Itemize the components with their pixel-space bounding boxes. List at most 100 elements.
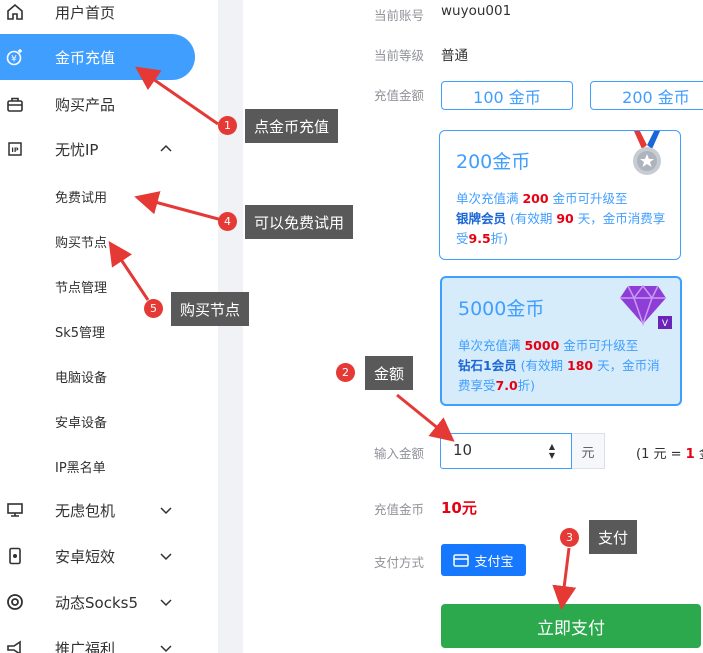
desc-text: 金币可升级至 xyxy=(548,191,628,206)
chevron-down-icon xyxy=(158,594,174,610)
annotation-label: 点金币充值 xyxy=(245,109,339,143)
card-icon xyxy=(453,553,470,567)
payment-label: 支付方式 xyxy=(374,555,425,570)
rate-value: 1 xyxy=(685,447,695,462)
desc-text: 折) xyxy=(490,231,509,246)
annotation-number: 4 xyxy=(218,212,237,231)
sidebar-item-dynamic-socks5[interactable]: 动态Socks5 xyxy=(0,580,218,624)
desc-text: 单次充值满 xyxy=(456,191,523,206)
amount-unit: 元 xyxy=(572,433,605,469)
annotation-label: 支付 xyxy=(589,520,638,554)
level-value: 普通 xyxy=(441,48,468,64)
home-icon xyxy=(6,3,24,21)
package-description: 单次充值满 200 金币可升级至 银牌会员 (有效期 90 天，金币消费享受9.… xyxy=(456,189,666,249)
desc-text: (有效期 xyxy=(506,211,557,226)
sidebar-subitem-sk5-management[interactable]: Sk5管理 xyxy=(55,322,105,341)
annotation-label: 可以免费试用 xyxy=(245,205,354,239)
desc-text: (有效期 xyxy=(516,358,568,373)
diamond-icon: V xyxy=(620,284,672,329)
annotation-label: 购买节点 xyxy=(171,292,250,326)
sidebar-item-label: 动态Socks5 xyxy=(55,593,138,612)
desc-amount: 5000 xyxy=(524,338,560,353)
shopping-bag-icon xyxy=(6,95,24,113)
sidebar-item-label: 推广福利 xyxy=(55,639,116,653)
account-value: wuyou001 xyxy=(441,3,512,19)
sidebar-item-wulv-baoji[interactable]: 无虑包机 xyxy=(0,488,218,532)
chevron-down-icon xyxy=(158,640,174,653)
app-root: 用户首页 ¥ 金币充值 购买产品 IP 无忧IP 免费试用 购买节点 节点管理 xyxy=(0,0,703,653)
ip-icon: IP xyxy=(6,140,24,158)
exchange-rate: (1 元 = 1 金 xyxy=(636,443,703,462)
sidebar-item-label: 用户首页 xyxy=(55,3,116,22)
sidebar-subitem-free-trial[interactable]: 免费试用 xyxy=(55,187,107,206)
package-card-200[interactable]: 200金币 单次充值满 200 金币可升级至 银牌会员 (有效期 90 天，金币… xyxy=(439,130,681,260)
coin-recharge-icon: ¥ xyxy=(6,48,24,66)
sidebar-item-promotion[interactable]: 推广福利 xyxy=(0,626,218,653)
package-title: 5000金币 xyxy=(458,298,545,320)
sidebar-item-wuyou-ip[interactable]: IP 无忧IP xyxy=(0,127,218,171)
promo-icon xyxy=(6,639,24,653)
input-amount-label: 输入金额 xyxy=(374,446,425,461)
desc-days: 90 xyxy=(556,211,574,226)
level-label: 当前等级 xyxy=(374,48,425,63)
coins-value: 10元 xyxy=(441,499,477,517)
annotation-number: 2 xyxy=(336,363,355,382)
sidebar-subitem-node-management[interactable]: 节点管理 xyxy=(55,277,107,296)
coins-label: 充值金币 xyxy=(374,502,425,517)
svg-text:V: V xyxy=(662,319,669,329)
sidebar-subitem-pc-devices[interactable]: 电脑设备 xyxy=(55,367,107,386)
alipay-label: 支付宝 xyxy=(474,554,514,570)
sidebar-item-label: 安卓短效 xyxy=(55,547,116,566)
amount-input-wrapper: ▲▼ xyxy=(440,433,572,469)
chevron-up-icon xyxy=(158,141,174,157)
package-card-5000[interactable]: 5000金币 V 单次充值满 5000 金币可升级至 钻石1会员 (有效期 18… xyxy=(440,276,682,406)
annotation-number: 1 xyxy=(218,116,237,135)
desc-discount: 7.0 xyxy=(495,378,518,393)
sidebar-subitem-buy-node[interactable]: 购买节点 xyxy=(55,232,107,251)
sidebar-item-home[interactable]: 用户首页 xyxy=(0,0,218,34)
sidebar-item-coin-recharge[interactable]: ¥ 金币充值 xyxy=(0,34,195,80)
rate-suffix: 金 xyxy=(695,447,703,462)
account-label: 当前账号 xyxy=(374,8,425,23)
sidebar-subitem-android-devices[interactable]: 安卓设备 xyxy=(55,412,107,431)
annotation-number: 3 xyxy=(560,528,579,547)
stepper-arrows-icon[interactable]: ▲ ▼ xyxy=(549,442,555,460)
package-title: 200金币 xyxy=(456,151,531,173)
amount-input[interactable] xyxy=(453,434,543,466)
desc-text: 折) xyxy=(517,378,536,393)
desc-level: 银牌会员 xyxy=(456,211,507,226)
sidebar: 用户首页 ¥ 金币充值 购买产品 IP 无忧IP 免费试用 购买节点 节点管理 xyxy=(0,0,218,653)
silver-medal-icon xyxy=(633,131,661,175)
socks-icon xyxy=(6,593,24,611)
rate-prefix: (1 元 = xyxy=(636,447,686,462)
amount-label: 充值金额 xyxy=(374,88,425,103)
sidebar-item-android-short[interactable]: 安卓短效 xyxy=(0,534,218,578)
package-description: 单次充值满 5000 金币可升级至 钻石1会员 (有效期 180 天，金币消费享… xyxy=(458,336,668,396)
chevron-down-icon xyxy=(158,502,174,518)
sidebar-item-label: 无忧IP xyxy=(55,140,99,159)
recharge-panel: 当前账号 wuyou001 当前等级 普通 充值金额 100 金币 200 金币… xyxy=(243,0,703,653)
desc-text: 金币可升级至 xyxy=(559,338,639,353)
sidebar-item-buy-product[interactable]: 购买产品 xyxy=(0,82,218,126)
desc-days: 180 xyxy=(567,358,594,373)
desc-amount: 200 xyxy=(522,191,549,206)
sidebar-item-label: 购买产品 xyxy=(55,95,116,114)
annotation-label: 金额 xyxy=(365,356,414,390)
sidebar-item-label: 无虑包机 xyxy=(55,501,116,520)
phone-icon xyxy=(6,547,24,565)
annotation-number: 5 xyxy=(144,299,163,318)
chevron-down-icon xyxy=(158,548,174,564)
sidebar-item-label: 金币充值 xyxy=(55,48,116,67)
amount-option-100[interactable]: 100 金币 xyxy=(441,81,573,110)
content-gutter xyxy=(218,0,243,653)
pay-now-button[interactable]: 立即支付 xyxy=(441,604,701,648)
monitor-icon xyxy=(6,501,24,519)
desc-text: 单次充值满 xyxy=(458,338,525,353)
svg-text:¥: ¥ xyxy=(11,55,17,65)
desc-level: 钻石1会员 xyxy=(458,358,517,373)
desc-discount: 9.5 xyxy=(468,231,491,246)
sidebar-subitem-ip-blacklist[interactable]: IP黑名单 xyxy=(55,457,106,476)
alipay-button[interactable]: 支付宝 xyxy=(441,544,526,576)
amount-option-200[interactable]: 200 金币 xyxy=(590,81,703,110)
svg-text:IP: IP xyxy=(11,146,18,154)
